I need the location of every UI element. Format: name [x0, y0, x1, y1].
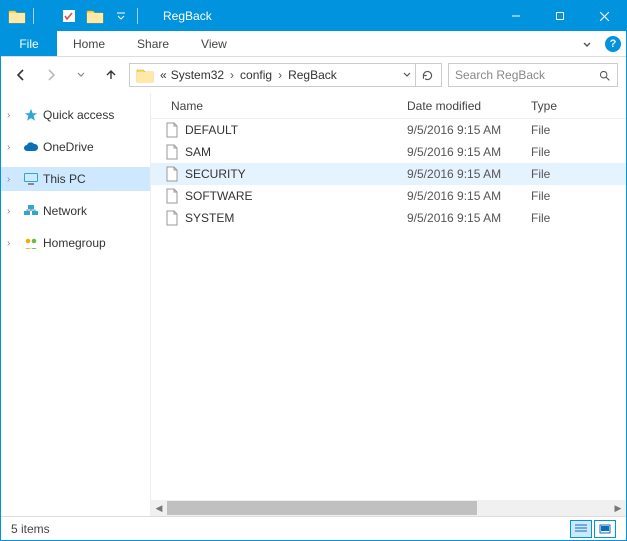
- file-row[interactable]: SAM 9/5/2016 9:15 AMFile: [151, 141, 626, 163]
- tree-item-homegroup[interactable]: › Homegroup: [1, 231, 150, 255]
- file-name: SAM: [185, 145, 211, 159]
- file-date: 9/5/2016 9:15 AM: [397, 123, 521, 137]
- column-header-type[interactable]: Type: [521, 99, 626, 113]
- tree-label: Homegroup: [43, 236, 106, 250]
- tree-label: Network: [43, 204, 87, 218]
- file-row[interactable]: SOFTWARE 9/5/2016 9:15 AMFile: [151, 185, 626, 207]
- file-type: File: [521, 167, 626, 181]
- column-header-date[interactable]: Date modified: [397, 99, 521, 113]
- file-name: SYSTEM: [185, 211, 234, 225]
- expand-icon[interactable]: ›: [7, 174, 19, 185]
- file-name: SECURITY: [185, 167, 246, 181]
- tree-item-network[interactable]: › Network: [1, 199, 150, 223]
- status-item-count: 5 items: [11, 522, 50, 536]
- homegroup-icon: [23, 235, 39, 251]
- folder-icon[interactable]: [85, 6, 105, 26]
- ribbon-expand-icon[interactable]: [574, 31, 600, 56]
- help-icon: ?: [605, 36, 621, 52]
- tree-item-onedrive[interactable]: › OneDrive: [1, 135, 150, 159]
- qat-dropdown-icon[interactable]: [111, 6, 131, 26]
- tree-label: OneDrive: [43, 140, 94, 154]
- forward-button[interactable]: [39, 63, 63, 87]
- chevron-right-icon[interactable]: ›: [226, 68, 238, 82]
- quick-access-toolbar: [1, 6, 157, 26]
- file-icon: [165, 122, 179, 138]
- address-bar[interactable]: « System32 › config › RegBack: [129, 63, 442, 87]
- tree-item-quick-access[interactable]: › Quick access: [1, 103, 150, 127]
- tab-view[interactable]: View: [185, 31, 243, 56]
- minimize-button[interactable]: [494, 1, 538, 31]
- expand-icon[interactable]: ›: [7, 142, 19, 153]
- file-list: Name Date modified Type DEFAULT 9/5/2016 …: [151, 93, 626, 516]
- window-title: RegBack: [157, 9, 494, 23]
- tree-item-this-pc[interactable]: › This PC: [1, 167, 150, 191]
- breadcrumb-segment[interactable]: System32: [169, 68, 226, 82]
- close-button[interactable]: [582, 1, 626, 31]
- file-icon: [165, 210, 179, 226]
- scroll-right-icon[interactable]: ▶: [610, 500, 626, 516]
- navigation-tree: › Quick access › OneDrive › This PC › Ne…: [1, 93, 151, 516]
- qat-separator: [33, 8, 53, 24]
- recent-dropdown-icon[interactable]: [69, 63, 93, 87]
- file-name: SOFTWARE: [185, 189, 253, 203]
- status-bar: 5 items: [1, 516, 626, 540]
- expand-icon[interactable]: ›: [7, 238, 19, 249]
- tree-label: This PC: [43, 172, 86, 186]
- column-header-name[interactable]: Name: [151, 99, 397, 113]
- file-date: 9/5/2016 9:15 AM: [397, 211, 521, 225]
- file-icon: [165, 144, 179, 160]
- address-dropdown-icon[interactable]: [399, 71, 415, 79]
- breadcrumb-segment[interactable]: RegBack: [286, 68, 339, 82]
- expand-icon[interactable]: ›: [7, 110, 19, 121]
- folder-icon: [136, 67, 154, 83]
- title-bar: RegBack: [1, 1, 626, 31]
- search-input[interactable]: [455, 68, 598, 82]
- tab-share[interactable]: Share: [121, 31, 185, 56]
- tab-home[interactable]: Home: [57, 31, 121, 56]
- chevron-right-icon[interactable]: ›: [274, 68, 286, 82]
- file-name: DEFAULT: [185, 123, 238, 137]
- up-button[interactable]: [99, 63, 123, 87]
- search-icon[interactable]: [598, 69, 611, 82]
- file-type: File: [521, 123, 626, 137]
- file-type: File: [521, 211, 626, 225]
- maximize-button[interactable]: [538, 1, 582, 31]
- properties-icon[interactable]: [59, 6, 79, 26]
- file-row[interactable]: SYSTEM 9/5/2016 9:15 AMFile: [151, 207, 626, 229]
- file-date: 9/5/2016 9:15 AM: [397, 167, 521, 181]
- file-icon: [165, 166, 179, 182]
- qat-separator: [137, 8, 157, 24]
- breadcrumb-prefix: «: [158, 68, 169, 82]
- file-type: File: [521, 189, 626, 203]
- file-date: 9/5/2016 9:15 AM: [397, 145, 521, 159]
- cloud-icon: [23, 139, 39, 155]
- folder-icon: [7, 6, 27, 26]
- file-row[interactable]: SECURITY 9/5/2016 9:15 AMFile: [151, 163, 626, 185]
- column-headers: Name Date modified Type: [151, 93, 626, 119]
- scroll-left-icon[interactable]: ◀: [151, 500, 167, 516]
- file-date: 9/5/2016 9:15 AM: [397, 189, 521, 203]
- network-icon: [23, 203, 39, 219]
- ribbon-tabs: File Home Share View ?: [1, 31, 626, 57]
- file-icon: [165, 188, 179, 204]
- search-box[interactable]: [448, 63, 618, 87]
- file-row[interactable]: DEFAULT 9/5/2016 9:15 AMFile: [151, 119, 626, 141]
- details-view-button[interactable]: [570, 520, 592, 538]
- monitor-icon: [23, 171, 39, 187]
- back-button[interactable]: [9, 63, 33, 87]
- breadcrumb-segment[interactable]: config: [238, 68, 274, 82]
- tree-label: Quick access: [43, 108, 114, 122]
- thumbnails-view-button[interactable]: [594, 520, 616, 538]
- horizontal-scrollbar[interactable]: ◀ ▶: [151, 500, 626, 516]
- star-icon: [23, 107, 39, 123]
- file-type: File: [521, 145, 626, 159]
- file-tab[interactable]: File: [1, 31, 57, 56]
- refresh-button[interactable]: [415, 64, 439, 86]
- help-button[interactable]: ?: [600, 31, 626, 56]
- expand-icon[interactable]: ›: [7, 206, 19, 217]
- navigation-bar: « System32 › config › RegBack: [1, 57, 626, 93]
